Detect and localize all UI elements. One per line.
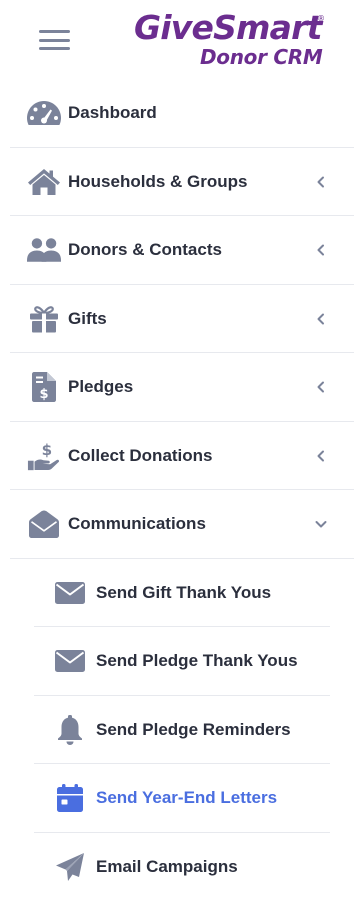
- nav-item-households-groups[interactable]: Households & Groups: [0, 148, 354, 216]
- nav-item-gifts[interactable]: Gifts: [0, 285, 354, 353]
- subnav-item-label: Send Gift Thank Yous: [96, 582, 272, 602]
- svg-text:$: $: [42, 441, 53, 459]
- hand-holding-dollar-icon: $: [27, 440, 61, 472]
- subnav-item-label: Send Pledge Thank Yous: [96, 651, 298, 671]
- nav-item-label: Collect Donations: [68, 445, 213, 465]
- bell-icon: [54, 714, 86, 746]
- subnav-item-send-year-end-letters[interactable]: Send Year-End Letters: [0, 764, 354, 833]
- envelope-icon: [54, 577, 86, 609]
- invoice-dollar-icon: $: [27, 371, 61, 403]
- subnav-item-send-pledge-reminders[interactable]: Send Pledge Reminders: [0, 696, 354, 764]
- paper-plane-icon: [54, 851, 86, 883]
- subnav-item-label: Send Year-End Letters: [96, 788, 278, 808]
- subnav-item-send-pledge-thank-yous[interactable]: Send Pledge Thank Yous: [0, 627, 354, 696]
- chevron-left-icon[interactable]: [314, 175, 328, 189]
- nav-item-label: Gifts: [68, 308, 107, 328]
- home-icon: [27, 166, 61, 198]
- chevron-left-icon[interactable]: [314, 449, 328, 463]
- nav-item-label: Communications: [68, 514, 206, 534]
- nav-item-label: Dashboard: [68, 103, 157, 123]
- chevron-down-icon[interactable]: [314, 517, 328, 531]
- subnav-item-label: Send Pledge Reminders: [96, 719, 291, 739]
- gift-icon: [27, 303, 61, 335]
- envelope-icon: [54, 645, 86, 677]
- nav-item-label: Households & Groups: [68, 171, 248, 191]
- chevron-left-icon[interactable]: [314, 380, 328, 394]
- nav-item-dashboard[interactable]: Dashboard: [0, 79, 354, 148]
- nav-item-collect-donations[interactable]: $ Collect Donations: [0, 422, 354, 490]
- subnav-item-label: Email Campaigns: [96, 856, 238, 876]
- nav-item-label: Donors & Contacts: [68, 240, 222, 260]
- nav-item-pledges[interactable]: $ Pledges: [0, 353, 354, 422]
- svg-text:$: $: [39, 387, 48, 402]
- nav-item-donors-contacts[interactable]: Donors & Contacts: [0, 216, 354, 285]
- envelope-open-icon: [27, 508, 61, 540]
- sidebar-nav: Dashboard Households & Groups Donors & C…: [0, 79, 354, 897]
- givesmart-logo[interactable]: GiveSmart ® Donor CRM: [134, 8, 334, 70]
- users-icon: [27, 234, 61, 266]
- dashboard-gauge-icon: [27, 97, 61, 129]
- subnav-item-email-campaigns[interactable]: Email Campaigns: [0, 833, 354, 897]
- hamburger-menu-icon[interactable]: [39, 30, 70, 50]
- sidebar-menu-page: GiveSmart ® Donor CRM Dashboard Househol…: [0, 0, 354, 897]
- chevron-left-icon[interactable]: [314, 243, 328, 257]
- logo-registered-mark: ®: [317, 14, 325, 23]
- subnav-item-send-gift-thank-yous[interactable]: Send Gift Thank Yous: [0, 559, 354, 627]
- calendar-icon: [54, 782, 86, 814]
- logo-subtitle: Donor CRM: [200, 45, 323, 69]
- sidebar-header: GiveSmart ® Donor CRM: [0, 0, 354, 79]
- nav-item-label: Pledges: [68, 377, 134, 397]
- logo-brand-name: GiveSmart: [134, 8, 322, 47]
- nav-item-communications[interactable]: Communications: [0, 490, 354, 559]
- chevron-left-icon[interactable]: [314, 312, 328, 326]
